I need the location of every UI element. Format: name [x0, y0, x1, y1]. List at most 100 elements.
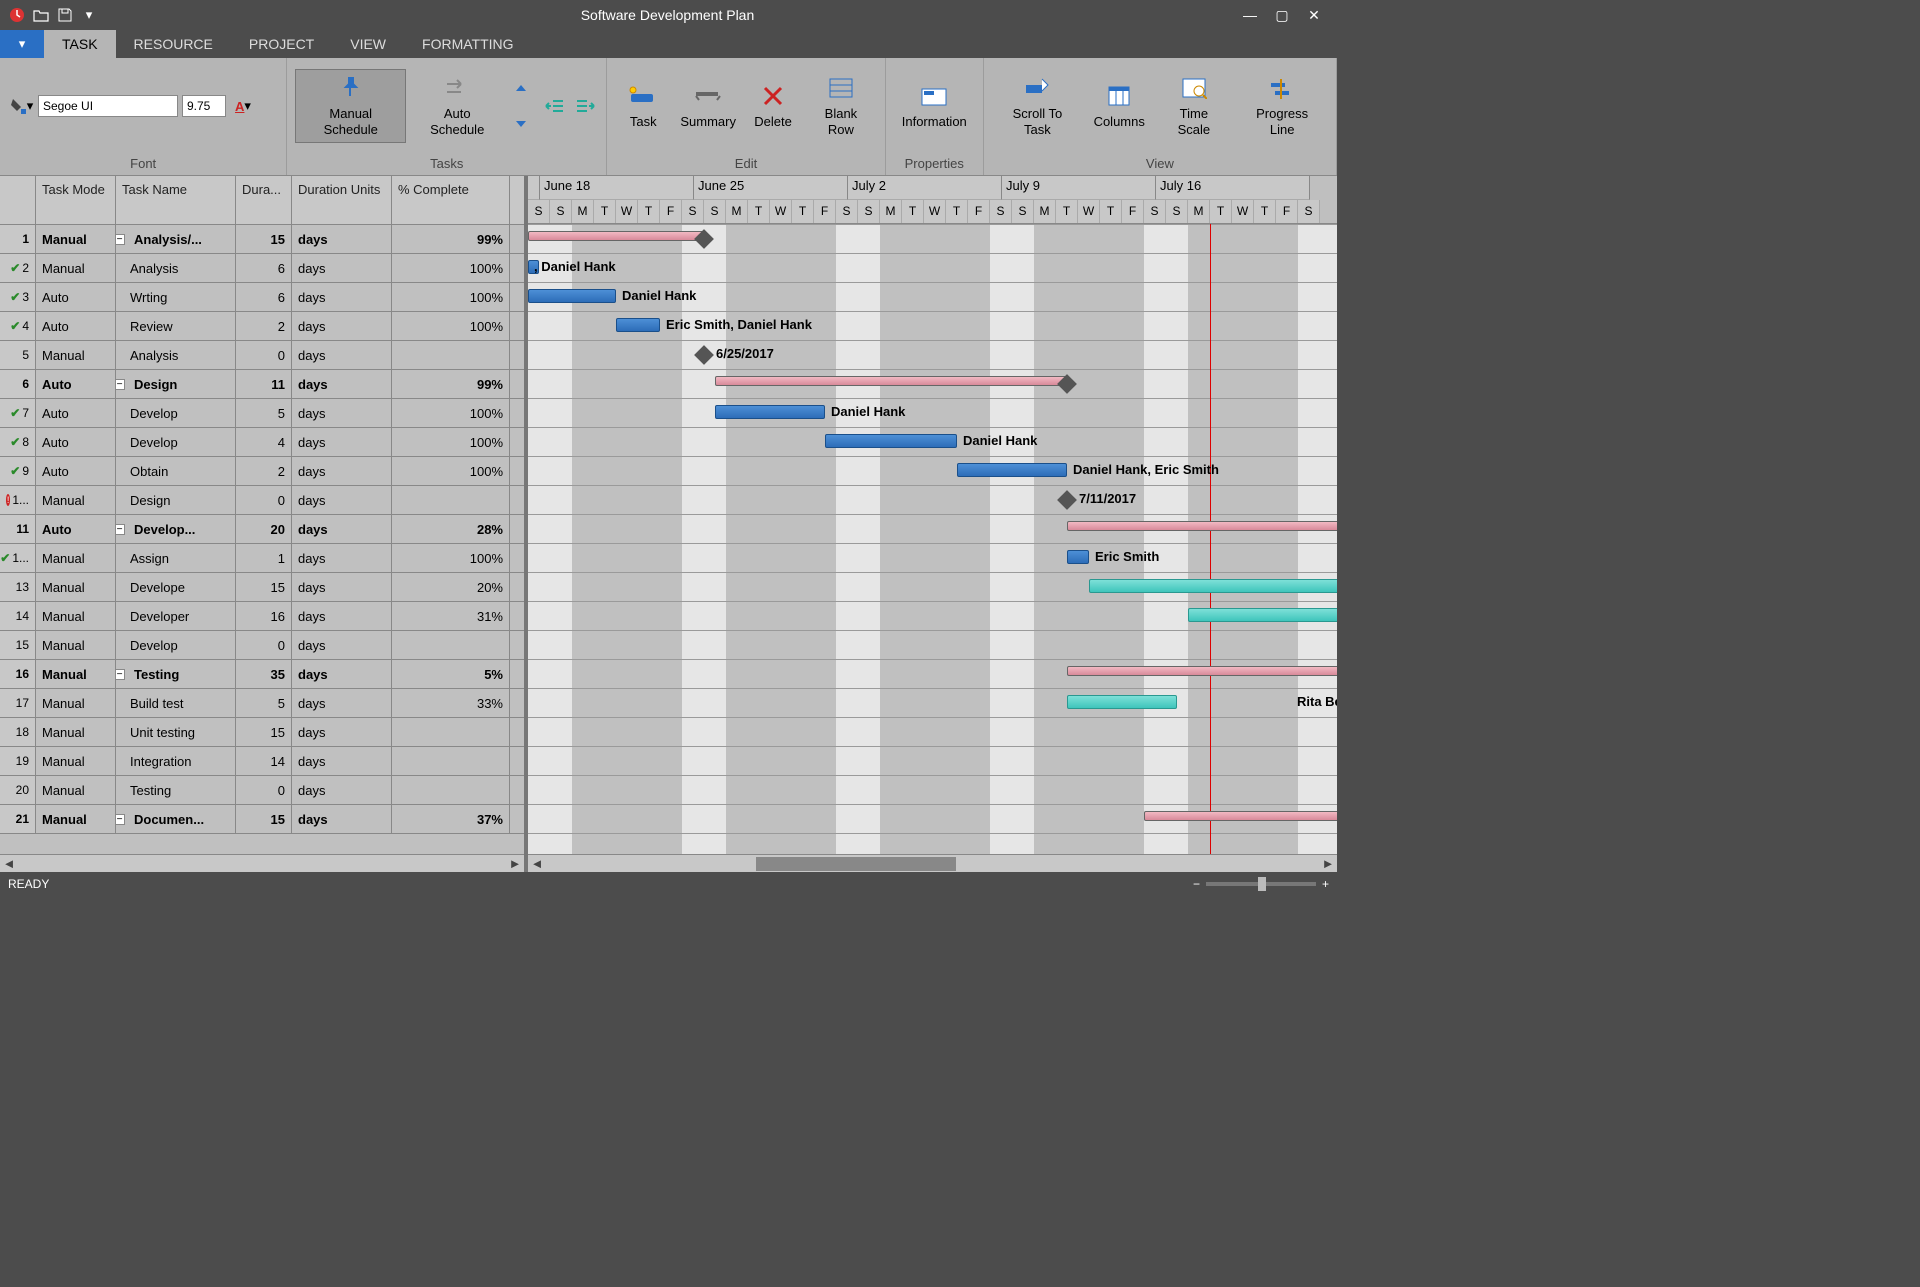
cell-name[interactable]: Review [116, 312, 236, 340]
cell-name[interactable]: Integration [116, 747, 236, 775]
gantt-bar[interactable] [825, 434, 957, 448]
cell-mode[interactable]: Auto [36, 399, 116, 427]
maximize-button[interactable]: ▢ [1267, 4, 1297, 26]
information-button[interactable]: Information [894, 78, 975, 134]
blank-row-button[interactable]: Blank Row [805, 70, 877, 141]
app-icon[interactable] [6, 4, 28, 26]
cell-mode[interactable]: Manual [36, 718, 116, 746]
cell-name[interactable]: −Design [116, 370, 236, 398]
columns-button[interactable]: Columns [1087, 78, 1151, 134]
cell-mode[interactable]: Manual [36, 631, 116, 659]
gantt-bar[interactable] [528, 231, 704, 241]
gantt-bar[interactable] [715, 405, 825, 419]
row-num[interactable]: 19 [0, 747, 36, 775]
cell-name[interactable]: Build test [116, 689, 236, 717]
row-num[interactable]: ✔8 [0, 428, 36, 456]
cell-duration[interactable]: 4 [236, 428, 292, 456]
cell-unit[interactable]: days [292, 689, 392, 717]
col-dur-header[interactable]: Dura... [236, 176, 292, 224]
table-row[interactable]: 1Manual−Analysis/...15days99% [0, 225, 524, 254]
move-up-icon[interactable] [508, 78, 534, 104]
cell-name[interactable]: Assign [116, 544, 236, 572]
cell-duration[interactable]: 35 [236, 660, 292, 688]
cell-name[interactable]: −Testing [116, 660, 236, 688]
cell-pct[interactable]: 31% [392, 602, 510, 630]
cell-name[interactable]: Develop [116, 399, 236, 427]
cell-mode[interactable]: Manual [36, 660, 116, 688]
cell-unit[interactable]: days [292, 457, 392, 485]
timescale-button[interactable]: Time Scale [1155, 70, 1232, 141]
table-row[interactable]: !1...ManualDesign0days [0, 486, 524, 515]
grid-hscrollbar[interactable]: ◄► [0, 854, 524, 872]
gantt-bar[interactable] [1144, 811, 1337, 821]
row-num[interactable]: ✔9 [0, 457, 36, 485]
table-row[interactable]: 18ManualUnit testing15days [0, 718, 524, 747]
cell-mode[interactable]: Manual [36, 544, 116, 572]
cell-mode[interactable]: Manual [36, 805, 116, 833]
gantt-bar[interactable] [1188, 608, 1337, 622]
cell-duration[interactable]: 5 [236, 399, 292, 427]
row-num[interactable]: ✔1... [0, 544, 36, 572]
cell-pct[interactable]: 100% [392, 283, 510, 311]
table-row[interactable]: ✔7AutoDevelop5days100% [0, 399, 524, 428]
cell-name[interactable]: Develop [116, 428, 236, 456]
table-row[interactable]: ✔3AutoWrting6days100% [0, 283, 524, 312]
row-num[interactable]: ✔3 [0, 283, 36, 311]
cell-duration[interactable]: 6 [236, 283, 292, 311]
cell-pct[interactable] [392, 631, 510, 659]
cell-mode[interactable]: Manual [36, 225, 116, 253]
progress-line-button[interactable]: Progress Line [1236, 70, 1328, 141]
table-row[interactable]: 21Manual−Documen...15days37% [0, 805, 524, 834]
gantt-hscrollbar[interactable]: ◄► [528, 854, 1337, 872]
table-row[interactable]: 17ManualBuild test5days33% [0, 689, 524, 718]
cell-mode[interactable]: Manual [36, 573, 116, 601]
cell-unit[interactable]: days [292, 341, 392, 369]
row-num[interactable]: ✔4 [0, 312, 36, 340]
cell-pct[interactable] [392, 747, 510, 775]
cell-duration[interactable]: 20 [236, 515, 292, 543]
cell-duration[interactable]: 11 [236, 370, 292, 398]
indent-icon[interactable] [572, 93, 598, 119]
gantt-bar[interactable] [1089, 579, 1337, 593]
cell-unit[interactable]: days [292, 544, 392, 572]
row-num[interactable]: 14 [0, 602, 36, 630]
cell-mode[interactable]: Manual [36, 747, 116, 775]
cell-pct[interactable]: 33% [392, 689, 510, 717]
cell-name[interactable]: −Develop... [116, 515, 236, 543]
cell-name[interactable]: Testing [116, 776, 236, 804]
cell-name[interactable]: −Documen... [116, 805, 236, 833]
fill-color-icon[interactable]: ▾ [8, 93, 34, 119]
table-row[interactable]: 19ManualIntegration14days [0, 747, 524, 776]
row-num[interactable]: ✔2 [0, 254, 36, 282]
tab-formatting[interactable]: FORMATTING [404, 30, 532, 58]
table-row[interactable]: 13ManualDevelope15days20% [0, 573, 524, 602]
row-num[interactable]: 5 [0, 341, 36, 369]
gantt-bar[interactable] [616, 318, 660, 332]
manual-schedule-button[interactable]: Manual Schedule [295, 69, 406, 142]
cell-pct[interactable]: 100% [392, 544, 510, 572]
cell-mode[interactable]: Manual [36, 776, 116, 804]
file-tab[interactable]: ▾ [0, 30, 44, 58]
cell-name[interactable]: Unit testing [116, 718, 236, 746]
row-num[interactable]: 17 [0, 689, 36, 717]
col-num-header[interactable] [0, 176, 36, 224]
outdent-icon[interactable] [542, 93, 568, 119]
cell-duration[interactable]: 2 [236, 457, 292, 485]
table-row[interactable]: ✔4AutoReview2days100% [0, 312, 524, 341]
row-num[interactable]: !1... [0, 486, 36, 514]
scroll-to-task-button[interactable]: Scroll To Task [992, 70, 1083, 141]
cell-duration[interactable]: 1 [236, 544, 292, 572]
row-num[interactable]: 6 [0, 370, 36, 398]
cell-duration[interactable]: 14 [236, 747, 292, 775]
font-size-combo[interactable] [182, 95, 226, 117]
cell-unit[interactable]: days [292, 573, 392, 601]
cell-pct[interactable]: 37% [392, 805, 510, 833]
tab-task[interactable]: TASK [44, 30, 116, 58]
qat-dropdown-icon[interactable]: ▾ [78, 4, 100, 26]
cell-pct[interactable]: 100% [392, 399, 510, 427]
cell-unit[interactable]: days [292, 602, 392, 630]
cell-duration[interactable]: 0 [236, 776, 292, 804]
cell-unit[interactable]: days [292, 515, 392, 543]
tab-view[interactable]: VIEW [332, 30, 404, 58]
row-num[interactable]: 1 [0, 225, 36, 253]
